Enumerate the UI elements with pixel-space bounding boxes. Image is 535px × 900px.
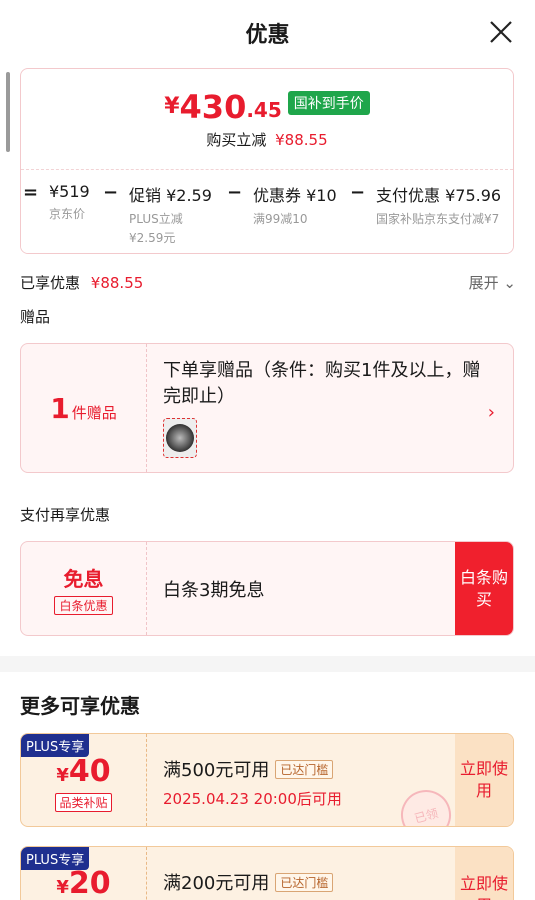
price-summary-card: ¥ 430 .45 国补到手价 购买立减 ¥88.55 = ¥519 京东价 −…: [20, 68, 514, 254]
breakdown-item: − 支付优惠 ¥75.96 国家补贴京东支付减¥7: [350, 182, 502, 227]
coupon-condition: 满200元可用: [163, 873, 270, 894]
coupon-time: 2025.04.23 20:00后可用: [163, 790, 342, 808]
breakdown-sub: PLUS立减: [129, 212, 183, 226]
coupon-amount: 20: [68, 866, 111, 900]
threshold-badge: 已达门槛: [275, 759, 334, 779]
breakdown-value: 促销 ¥2.59: [129, 186, 212, 205]
breakdown-item: − 促销 ¥2.59 PLUS立减 ¥2.59元: [103, 182, 212, 246]
breakdown-operator: −: [227, 182, 243, 203]
section-divider: [0, 656, 535, 672]
breakdown-item: − 优惠券 ¥10 满99减10: [227, 182, 337, 227]
breakdown-operator: −: [103, 182, 119, 203]
subsidy-badge: 国补到手价: [287, 91, 370, 115]
gift-card[interactable]: 1 件赠品 下单享赠品（条件：购买1件及以上，赠完即止） ›: [20, 343, 514, 473]
expand-toggle[interactable]: 展开 ⌄: [469, 272, 516, 293]
breakdown-sub: 京东价: [49, 207, 86, 221]
breakdown-operator: −: [350, 182, 366, 203]
baitiao-description: 白条3期免息: [163, 579, 265, 601]
breakdown-sub: 国家补贴京东支付减¥7: [376, 212, 500, 226]
use-now-button[interactable]: 立即使用: [455, 734, 513, 826]
breakdown-operator: =: [23, 182, 39, 203]
enjoyed-value: ¥88.55: [90, 274, 144, 292]
chevron-right-icon: ›: [487, 402, 495, 423]
enjoyed-row: 已享优惠 ¥88.55 展开 ⌄: [20, 272, 516, 293]
close-icon[interactable]: [487, 18, 515, 46]
breakdown-sub: 满99减10: [253, 212, 308, 226]
gift-count: 1: [50, 391, 70, 425]
coupon-currency: ¥: [56, 877, 69, 898]
price-currency: ¥: [164, 94, 180, 119]
coupon-card: PLUS专享 ¥20 满200元可用 已达门槛 立即使用: [20, 846, 514, 900]
pay-section-label: 支付再享优惠: [20, 506, 111, 524]
more-offers-title: 更多可享优惠: [20, 694, 140, 718]
plus-badge: PLUS专享: [21, 847, 90, 870]
use-now-button[interactable]: 立即使用: [455, 847, 513, 900]
price-decimal: .45: [246, 98, 282, 122]
enjoyed-label: 已享优惠: [20, 274, 81, 292]
breakdown-value: 优惠券 ¥10: [253, 186, 337, 205]
interest-free-title: 免息: [63, 566, 104, 591]
scrollbar[interactable]: [6, 72, 10, 152]
coupon-currency: ¥: [56, 764, 69, 786]
page-title: 优惠: [245, 23, 290, 48]
gift-section-label: 赠品: [20, 308, 51, 326]
coupon-condition: 满500元可用: [163, 760, 270, 781]
breakdown-sub: ¥2.59元: [129, 231, 176, 245]
baitiao-buy-button[interactable]: 白条购买: [455, 542, 513, 635]
breakdown-value: ¥519: [49, 182, 90, 201]
threshold-badge: 已达门槛: [275, 872, 334, 892]
coupon-card: PLUS专享 ¥40 品类补贴 满500元可用 已达门槛 2025.04.23 …: [20, 733, 514, 827]
baitiao-card: 免息 白条优惠 白条3期免息 白条购买: [20, 541, 514, 636]
baitiao-tag: 白条优惠: [54, 595, 113, 615]
reduce-label: 购买立减: [206, 131, 267, 149]
gift-unit: 件赠品: [71, 403, 117, 422]
reduce-value: ¥88.55: [275, 131, 328, 149]
gift-description: 下单享赠品（条件：购买1件及以上，赠完即止）: [163, 360, 481, 407]
header: 优惠: [0, 0, 535, 66]
breakdown-value: 支付优惠 ¥75.96: [376, 186, 502, 205]
plus-badge: PLUS专享: [21, 734, 90, 757]
coupon-tag: 品类补贴: [55, 792, 112, 812]
price-breakdown: = ¥519 京东价 − 促销 ¥2.59 PLUS立减 ¥2.59元 − 优惠…: [21, 169, 513, 253]
breakdown-item: = ¥519 京东价: [23, 182, 90, 222]
price-integer: 430: [179, 88, 247, 126]
gift-thumbnail: [163, 418, 197, 458]
coupon-amount: 40: [68, 753, 111, 789]
